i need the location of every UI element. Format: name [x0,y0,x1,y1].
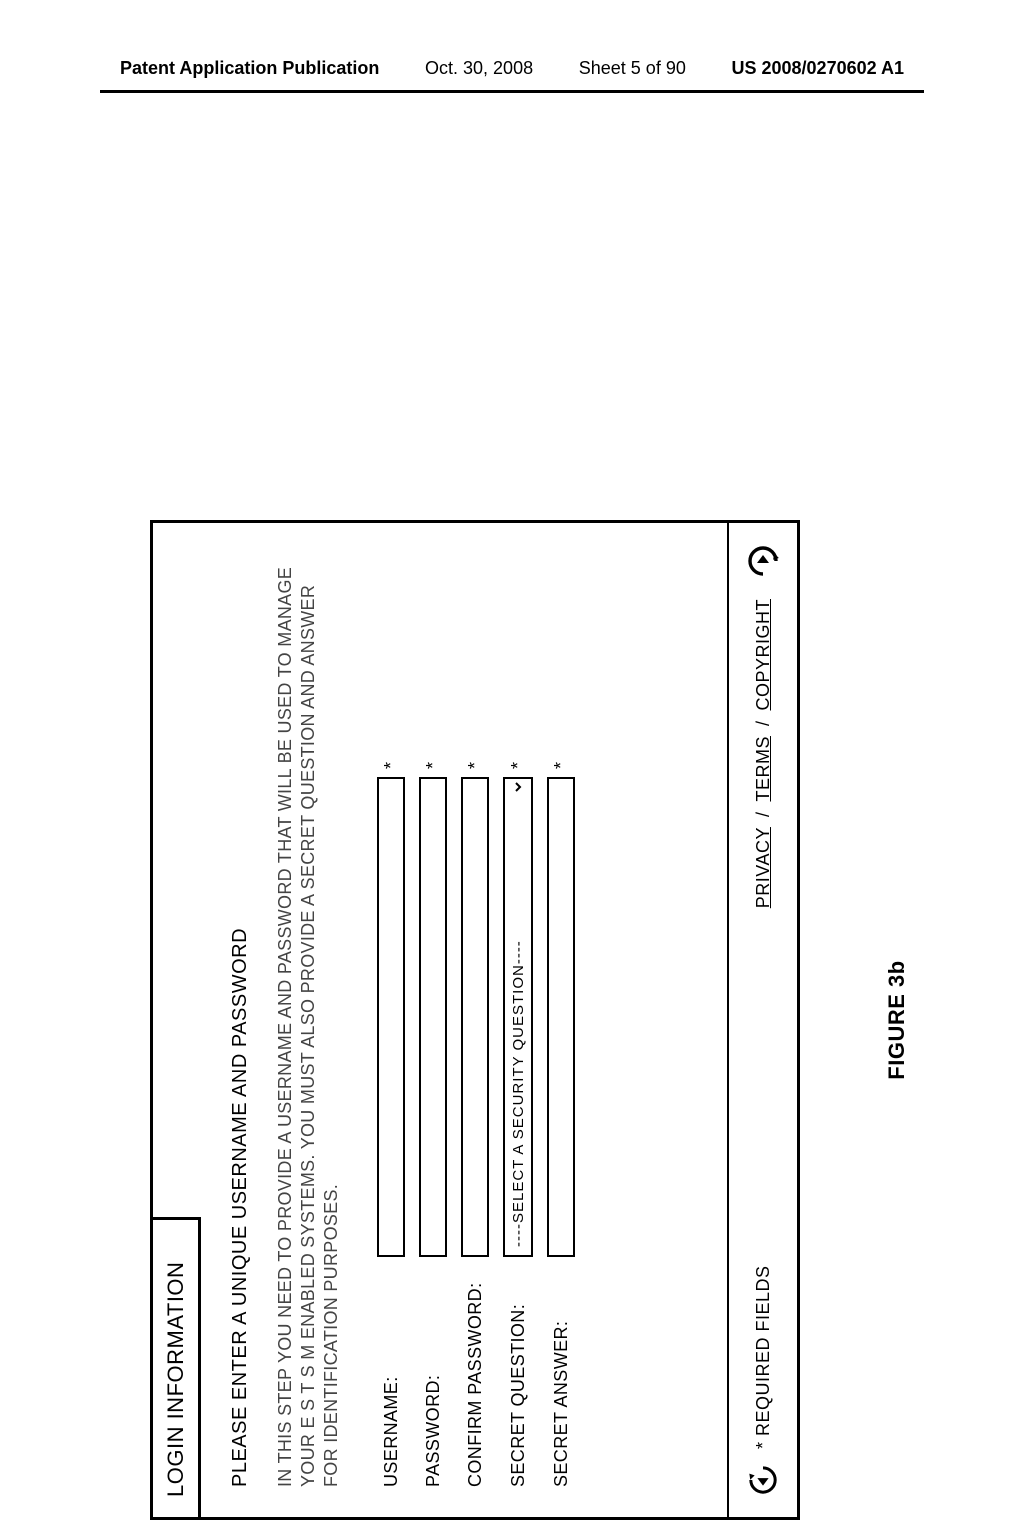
password-label: PASSWORD: [423,1257,444,1487]
password-input[interactable] [419,777,447,1257]
publication-label: Patent Application Publication [120,58,379,79]
back-button[interactable] [748,1465,778,1495]
secret-question-required: * [508,747,529,777]
username-required: * [381,747,402,777]
panel-instructions: IN THIS STEP YOU NEED TO PROVIDE A USERN… [274,553,343,1487]
terms-link[interactable]: TERMS [753,736,774,802]
next-button[interactable] [747,545,779,577]
confirm-password-required: * [465,747,486,777]
link-separator: / [753,721,774,727]
sheet-number: Sheet 5 of 90 [579,58,686,79]
panel-title: LOGIN INFORMATION [153,1217,201,1517]
secret-question-label: SECRET QUESTION: [508,1257,529,1487]
copyright-link[interactable]: COPYRIGHT [753,599,774,711]
arrow-next-icon [747,545,779,577]
username-label: USERNAME: [381,1257,402,1487]
confirm-password-label: CONFIRM PASSWORD: [465,1257,486,1487]
panel-footer: * REQUIRED FIELDS PRIVACY / TERMS / COPY… [727,523,797,1517]
secret-question-select[interactable]: ----SELECT A SECURITY QUESTION---- [503,777,533,1257]
login-form: USERNAME: * PASSWORD: * CONFIRM PASSWORD… [377,553,575,1487]
required-fields-note: * REQUIRED FIELDS [753,1265,774,1449]
confirm-password-input[interactable] [461,777,489,1257]
privacy-link[interactable]: PRIVACY [753,827,774,908]
link-separator: / [753,812,774,818]
header-rule [100,90,924,93]
secret-answer-required: * [551,747,572,777]
panel-subtitle: PLEASE ENTER A UNIQUE USERNAME AND PASSW… [229,553,252,1487]
figure-caption: FIGURE 3b [884,520,910,1520]
password-required: * [423,747,444,777]
document-number: US 2008/0270602 A1 [732,58,904,79]
login-panel: LOGIN INFORMATION PLEASE ENTER A UNIQUE … [150,520,800,1520]
secret-answer-input[interactable] [547,777,575,1257]
arrow-back-icon [748,1465,778,1495]
footer-links: PRIVACY / TERMS / COPYRIGHT [753,599,774,908]
username-input[interactable] [377,777,405,1257]
secret-answer-label: SECRET ANSWER: [551,1257,572,1487]
publication-date: Oct. 30, 2008 [425,58,533,79]
